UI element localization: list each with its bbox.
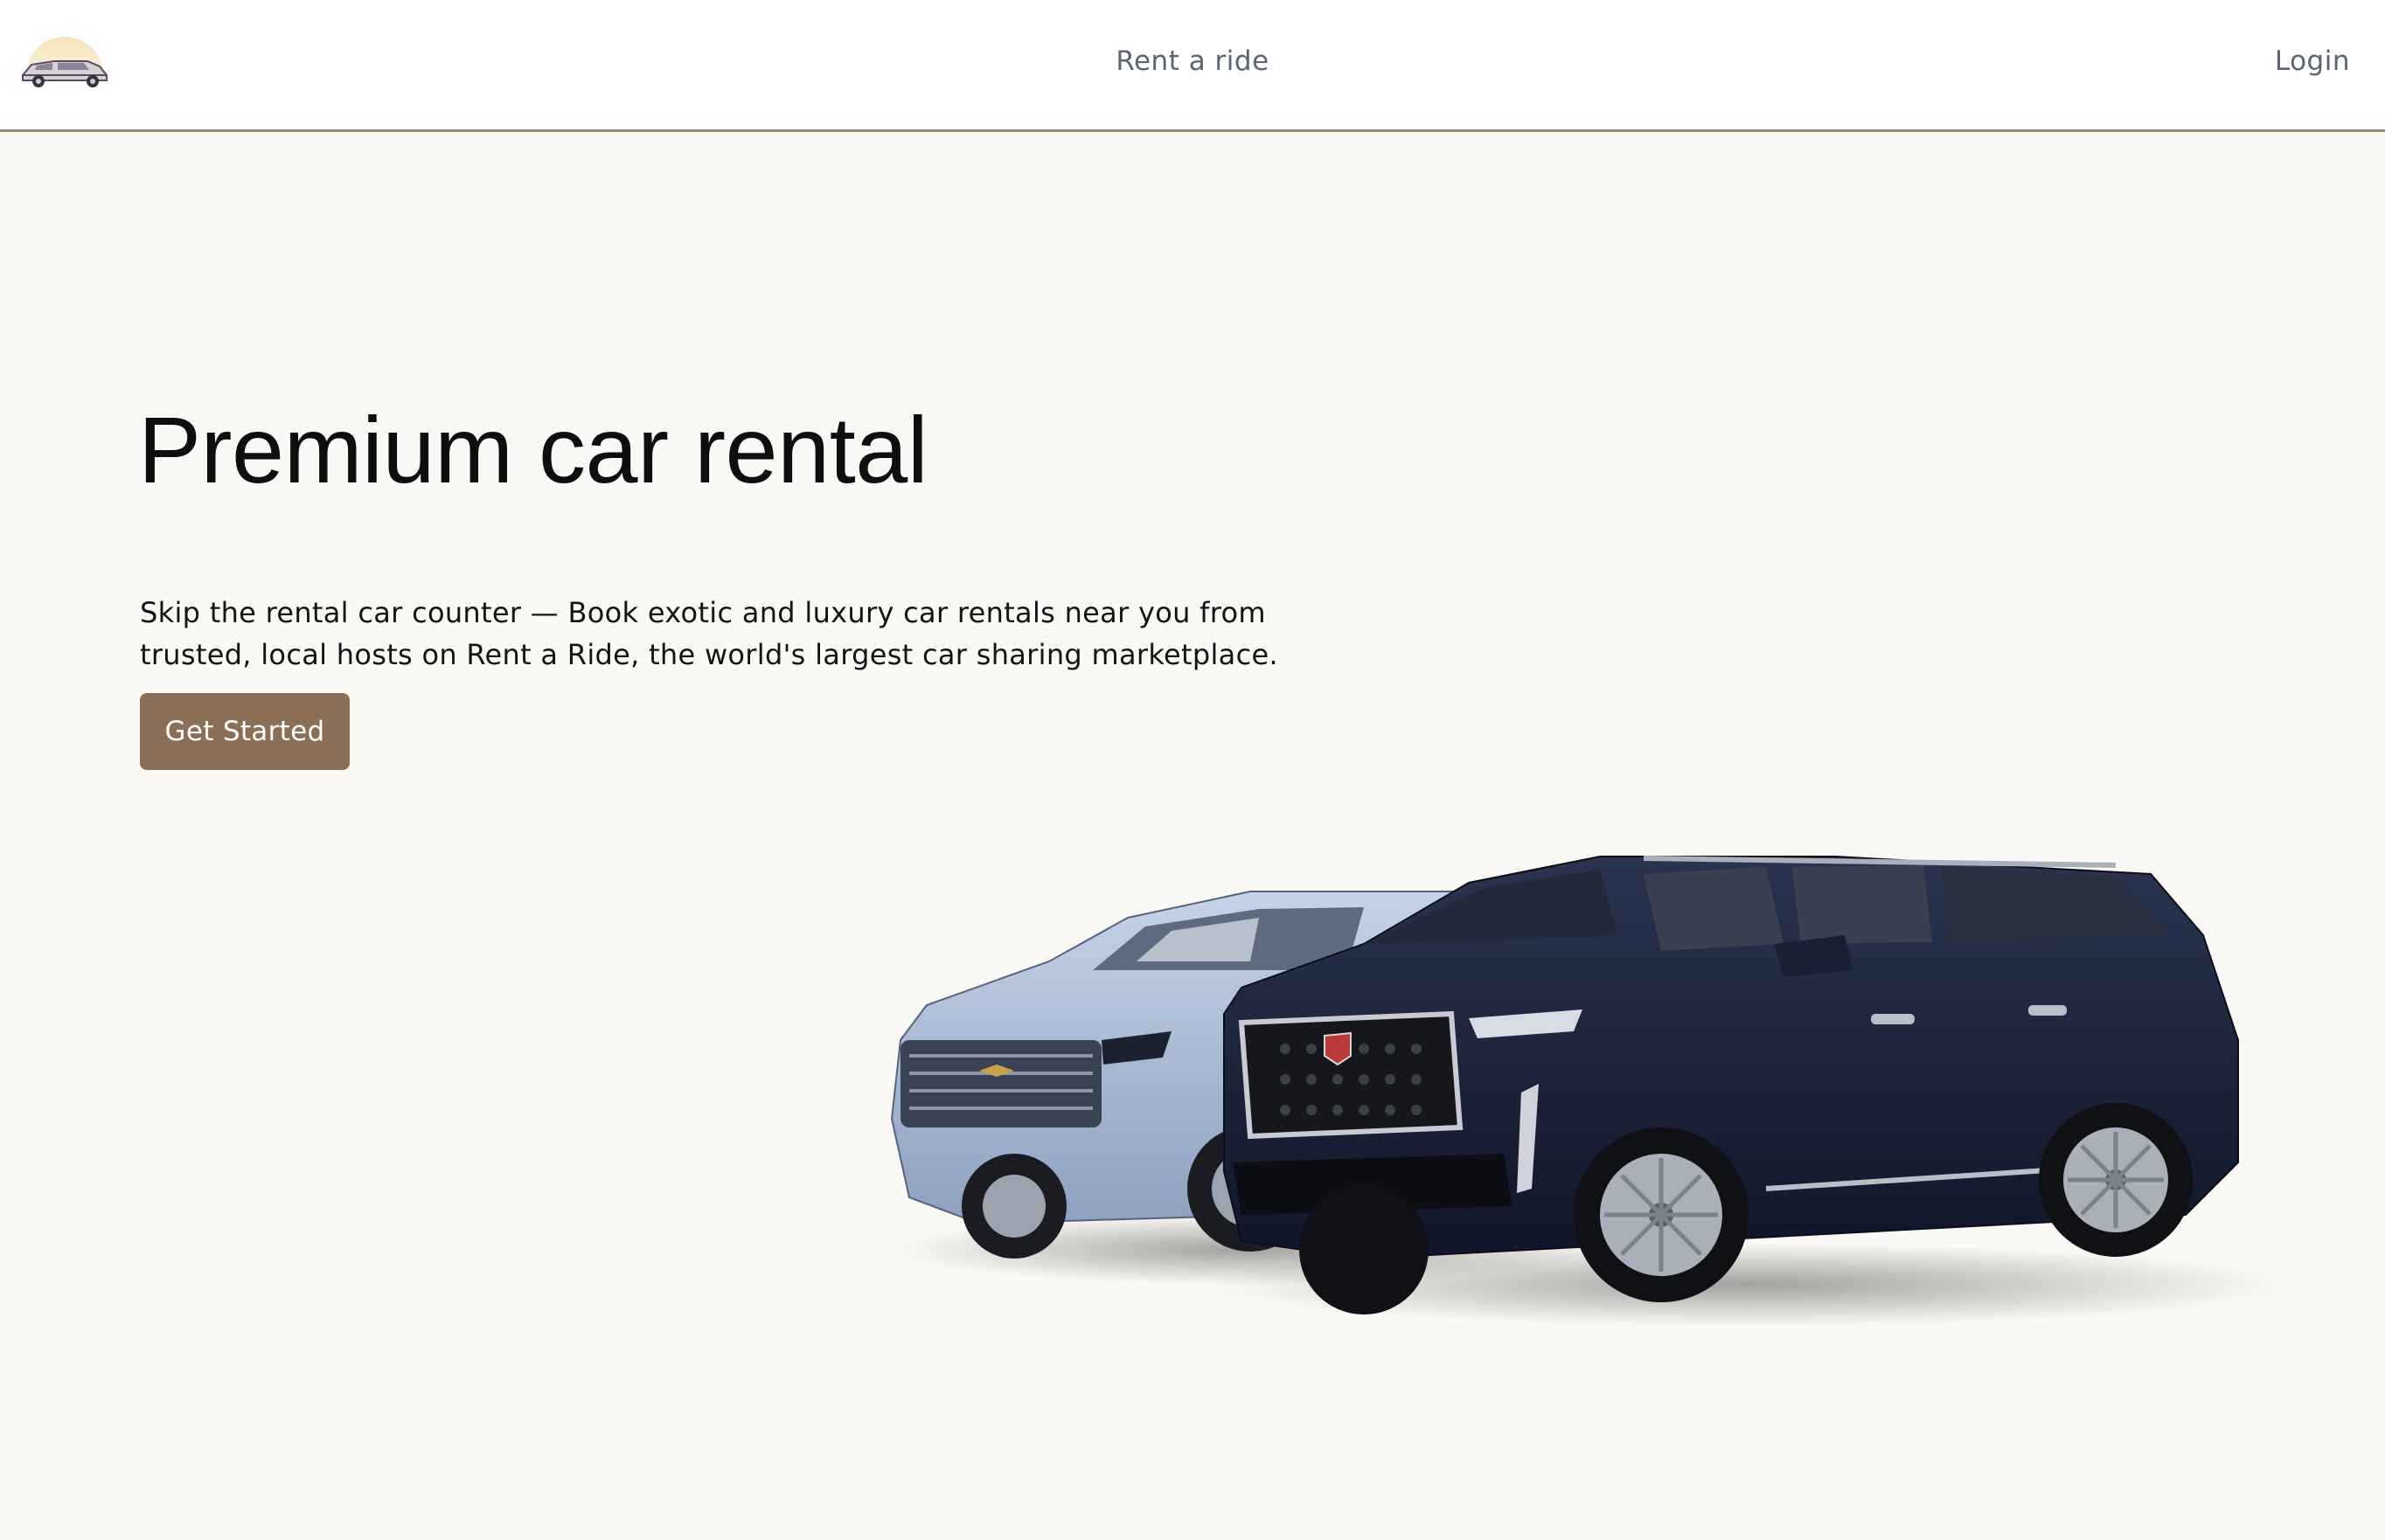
get-started-button[interactable]: Get Started (140, 693, 350, 770)
hero-title: Premium car rental (138, 397, 928, 503)
nav-center: Rent a ride (0, 45, 2385, 77)
login-link[interactable]: Login (2275, 45, 2350, 77)
hero-description: Skip the rental car counter — Book exoti… (140, 596, 1278, 671)
suv-pair-image (874, 839, 2343, 1346)
rent-a-ride-link[interactable]: Rent a ride (1116, 45, 1269, 77)
navbar: Rent a ride Login (0, 0, 2385, 132)
